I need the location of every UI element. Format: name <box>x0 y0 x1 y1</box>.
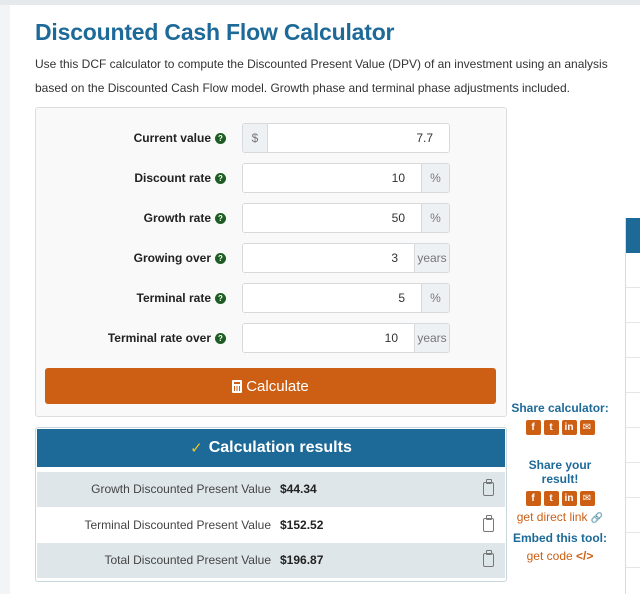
form-row-growing-over: Growing over ? years <box>36 243 508 273</box>
years-suffix: years <box>414 244 449 272</box>
question-circle-icon[interactable]: ? <box>215 212 226 224</box>
email-icon[interactable]: ✉ <box>579 491 595 506</box>
results-panel: ✓ Calculation results Growth Discounted … <box>35 427 507 582</box>
growth-rate-label: Growth rate <box>143 211 211 225</box>
embed-section: Embed this tool: get code </> <box>510 531 610 563</box>
facebook-icon[interactable]: f <box>525 420 541 435</box>
page-title: Discounted Cash Flow Calculator <box>35 19 395 45</box>
clipboard-icon[interactable] <box>483 479 494 496</box>
code-icon: </> <box>576 549 594 563</box>
terminal-rate-over-input-group: years <box>242 323 450 353</box>
right-panel-header <box>626 218 640 253</box>
terminal-rate-over-label: Terminal rate over <box>107 331 211 345</box>
share-calculator-title: Share calculator: <box>511 401 609 415</box>
calculator-icon <box>232 379 243 393</box>
direct-link[interactable]: get direct link 🔗 <box>510 510 610 524</box>
result-row: Growth Discounted Present Value $44.34 <box>37 472 505 507</box>
calculate-label: Calculate <box>246 377 309 395</box>
question-circle-icon[interactable]: ? <box>215 292 226 304</box>
share-result-title: Share your result! <box>528 458 592 486</box>
form-row-terminal-rate-over: Terminal rate over ? years <box>36 323 508 353</box>
terminal-rate-input-group: % <box>242 283 450 313</box>
discount-rate-input[interactable] <box>243 164 421 192</box>
page-content: Discounted Cash Flow Calculator Use this… <box>10 5 640 594</box>
embed-title: Embed this tool: <box>513 531 607 545</box>
growing-over-input[interactable] <box>243 244 414 272</box>
right-side-panel <box>625 218 640 594</box>
percent-suffix: % <box>421 284 449 312</box>
form-row-terminal-rate: Terminal rate ? % <box>36 283 508 313</box>
form-row-growth-rate: Growth rate ? % <box>36 203 508 233</box>
result-value: $196.87 <box>280 553 324 567</box>
facebook-icon[interactable]: f <box>525 491 541 506</box>
terminal-rate-over-input[interactable] <box>243 324 414 352</box>
current-value-input[interactable] <box>268 124 449 152</box>
get-code-link[interactable]: get code </> <box>510 549 610 563</box>
growing-over-input-group: years <box>242 243 450 273</box>
current-value-label: Current value <box>133 131 211 145</box>
result-label: Terminal Discounted Present Value <box>84 518 271 532</box>
growth-rate-input[interactable] <box>243 204 421 232</box>
question-circle-icon[interactable]: ? <box>215 252 226 264</box>
percent-suffix: % <box>421 204 449 232</box>
linkedin-icon[interactable]: in <box>561 491 577 506</box>
growth-rate-input-group: % <box>242 203 450 233</box>
twitter-icon[interactable]: t <box>543 420 559 435</box>
results-title: Calculation results <box>208 439 352 456</box>
form-row-current-value: Current value ? $ <box>36 123 508 153</box>
linkedin-icon[interactable]: in <box>561 420 577 435</box>
form-row-discount-rate: Discount rate ? % <box>36 163 508 193</box>
share-result-section: Share your result! f t in ✉ get direct l… <box>510 458 610 524</box>
dollar-prefix: $ <box>243 124 268 152</box>
share-calculator-icons: f t in ✉ <box>510 420 610 435</box>
intro-text: Use this DCF calculator to compute the D… <box>35 57 608 95</box>
calculate-button[interactable]: Calculate <box>45 368 496 404</box>
share-result-icons: f t in ✉ <box>510 491 610 506</box>
calculator-form: Current value ? $ Discount rate ? % Grow… <box>35 107 507 417</box>
discount-rate-label: Discount rate <box>134 171 211 185</box>
result-label: Growth Discounted Present Value <box>91 482 271 496</box>
growing-over-label: Growing over <box>133 251 211 265</box>
result-label: Total Discounted Present Value <box>104 553 271 567</box>
checkmark-icon: ✓ <box>190 440 203 457</box>
percent-suffix: % <box>421 164 449 192</box>
share-calculator-section: Share calculator: f t in ✉ <box>510 401 610 435</box>
link-icon: 🔗 <box>590 513 604 524</box>
question-circle-icon[interactable]: ? <box>215 132 226 144</box>
email-icon[interactable]: ✉ <box>579 420 595 435</box>
results-header: ✓ Calculation results <box>37 429 505 467</box>
terminal-rate-input[interactable] <box>243 284 421 312</box>
clipboard-icon[interactable] <box>483 550 494 567</box>
terminal-rate-label: Terminal rate <box>136 291 211 305</box>
discount-rate-input-group: % <box>242 163 450 193</box>
question-circle-icon[interactable]: ? <box>215 332 226 344</box>
direct-link-label: get direct link <box>516 510 588 524</box>
result-row: Terminal Discounted Present Value $152.5… <box>37 508 505 543</box>
current-value-input-group: $ <box>242 123 450 153</box>
years-suffix: years <box>414 324 449 352</box>
result-value: $152.52 <box>280 518 324 532</box>
result-value: $44.34 <box>280 482 317 496</box>
get-code-label: get code <box>526 549 573 563</box>
result-row: Total Discounted Present Value $196.87 <box>37 543 505 578</box>
clipboard-icon[interactable] <box>483 515 494 532</box>
twitter-icon[interactable]: t <box>543 491 559 506</box>
question-circle-icon[interactable]: ? <box>215 172 226 184</box>
